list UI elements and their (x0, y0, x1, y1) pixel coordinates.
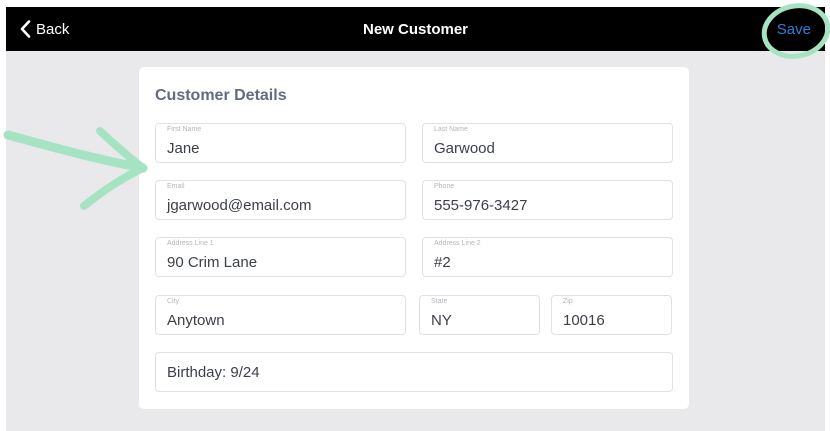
save-button[interactable]: Save (777, 7, 811, 51)
address-line-2-value: #2 (434, 254, 451, 271)
notes-field[interactable]: Birthday: 9/24 (155, 352, 673, 392)
notes-value: Birthday: 9/24 (167, 364, 260, 381)
customer-details-card: Customer Details First Name Jane Last Na… (139, 67, 689, 409)
city-value: Anytown (167, 312, 225, 329)
address-line-1-label: Address Line 1 (167, 240, 214, 247)
app-window: Back New Customer Save Customer Details … (6, 7, 825, 431)
city-label: City (167, 298, 180, 305)
address-line-2-field[interactable]: Address Line 2 #2 (422, 237, 673, 277)
address-line-2-label: Address Line 2 (434, 240, 481, 247)
city-field[interactable]: City Anytown (155, 295, 406, 335)
page-title: New Customer (362, 20, 469, 38)
navigation-bar: Back New Customer Save (6, 7, 825, 51)
chevron-left-icon (20, 20, 31, 38)
section-title: Customer Details (155, 87, 287, 104)
zip-field[interactable]: Zip 10016 (551, 295, 672, 335)
state-field[interactable]: State NY (419, 295, 540, 335)
first-name-label: First Name (167, 126, 202, 133)
phone-value: 555-976-3427 (434, 197, 528, 214)
zip-label: Zip (563, 298, 573, 305)
address-line-1-value: 90 Crim Lane (167, 254, 258, 271)
phone-field[interactable]: Phone 555-976-3427 (422, 180, 673, 220)
back-button-label: Back (36, 20, 70, 38)
email-label: Email (167, 183, 185, 190)
email-field[interactable]: Email jgarwood@email.com (155, 180, 406, 220)
last-name-field[interactable]: Last Name Garwood (422, 123, 673, 163)
back-button[interactable]: Back (20, 7, 69, 51)
last-name-label: Last Name (434, 126, 468, 133)
first-name-value: Jane (167, 140, 200, 157)
email-value: jgarwood@email.com (167, 197, 312, 214)
zip-value: 10016 (563, 312, 605, 329)
last-name-value: Garwood (434, 140, 495, 157)
address-line-1-field[interactable]: Address Line 1 90 Crim Lane (155, 237, 406, 277)
state-value: NY (431, 312, 452, 329)
phone-label: Phone (434, 183, 455, 190)
state-label: State (431, 298, 448, 305)
first-name-field[interactable]: First Name Jane (155, 123, 406, 163)
